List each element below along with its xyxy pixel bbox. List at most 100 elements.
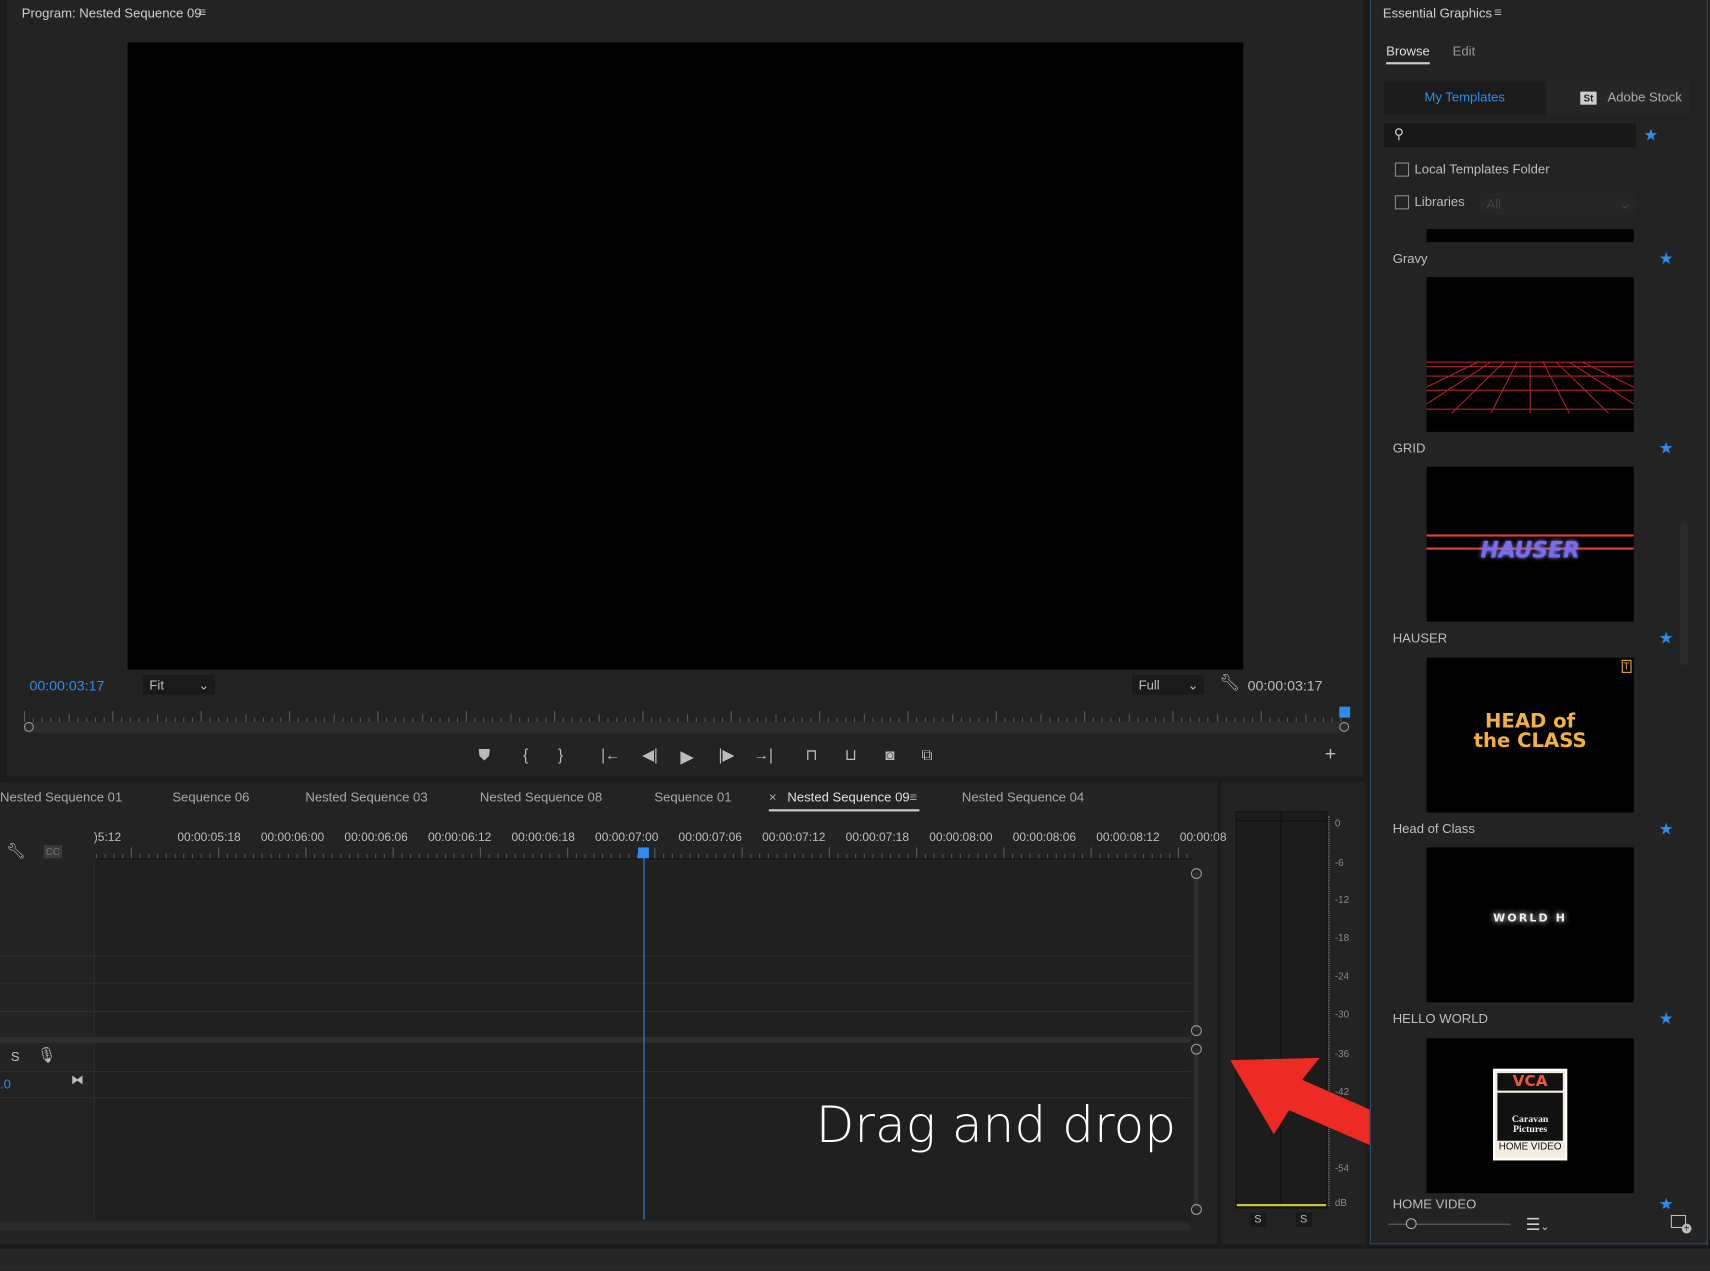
ruler-timecode: 00:00:07:00 — [595, 831, 659, 845]
ruler-timecode: 00:00:08 — [1179, 831, 1227, 845]
slider-handle[interactable] — [1405, 1218, 1417, 1230]
camera-icon[interactable]: ◙ — [879, 746, 901, 763]
tab-sequence[interactable]: Nested Sequence 04 — [962, 790, 1084, 805]
libraries-select[interactable]: All ⌄ — [1479, 193, 1636, 215]
scroll-handle[interactable] — [1190, 1025, 1202, 1037]
solo-left-button[interactable]: S — [1249, 1212, 1266, 1227]
ruler-timecode: 00:00:07:06 — [678, 831, 742, 845]
mark-in-icon[interactable]: { — [515, 746, 537, 763]
play-icon[interactable]: ▶ — [676, 746, 698, 768]
microphone-icon[interactable]: 🎙︎ — [37, 1046, 56, 1065]
solo-right-button[interactable]: S — [1295, 1212, 1312, 1227]
favorite-star-icon[interactable]: ★ — [1659, 249, 1674, 269]
my-templates-tab[interactable]: My Templates — [1383, 80, 1546, 115]
timeline-playhead-line[interactable] — [643, 857, 645, 1220]
vertical-scrollbar[interactable] — [1194, 872, 1199, 1031]
horizontal-scrollbar[interactable] — [0, 1221, 1189, 1231]
ruler-timecode: 00:00:07:12 — [762, 831, 826, 845]
template-name: HAUSER — [1392, 630, 1448, 646]
close-tab-icon[interactable]: × — [769, 790, 777, 805]
lift-icon[interactable]: ⊓ — [801, 746, 823, 765]
mark-out-icon[interactable]: } — [550, 746, 572, 763]
tab-sequence[interactable]: Nested Sequence 09 — [787, 790, 909, 805]
db-scale-label: -6 — [1334, 857, 1344, 869]
favorite-star-icon[interactable]: ★ — [1659, 819, 1674, 839]
ruler-timecode: 00:00:06:18 — [511, 831, 575, 845]
scroll-handle[interactable] — [1190, 868, 1202, 880]
add-marker-icon[interactable]: ⛊ — [473, 746, 495, 765]
wrench-icon[interactable]: 🔧︎ — [1219, 673, 1240, 693]
fit-select[interactable]: Fit ⌄ — [142, 675, 215, 695]
panel-menu-icon[interactable]: ≡ — [198, 4, 206, 19]
solo-button[interactable]: S — [11, 1049, 20, 1064]
scroll-handle[interactable] — [1190, 1043, 1202, 1055]
db-scale-label: -42 — [1334, 1086, 1350, 1098]
template-thumbnail[interactable]: WORLD H — [1426, 847, 1634, 1003]
timecode-current[interactable]: 00:00:03:17 — [29, 677, 104, 693]
add-button-icon[interactable]: + — [1320, 743, 1342, 766]
ruler-timecode: 00:00:06:00 — [260, 831, 325, 845]
favorite-star-icon[interactable]: ★ — [1659, 1194, 1674, 1208]
tab-sequence[interactable]: Nested Sequence 03 — [305, 790, 427, 805]
scroll-handle[interactable] — [1190, 1204, 1202, 1215]
go-to-in-icon[interactable]: |← — [600, 746, 622, 763]
template-thumbnail[interactable]: VCA Caravan Pictures HOME VIDEO — [1426, 1038, 1634, 1194]
thumbnail-graphic: HAUSER — [1480, 536, 1580, 563]
ruler-timecode: 00:00:06:12 — [427, 831, 492, 845]
template-name: Gravy — [1392, 250, 1428, 267]
thumbnail-graphic: WORLD H — [1493, 912, 1568, 925]
template-thumbnail[interactable]: HEAD of the CLASS T — [1426, 657, 1634, 813]
volume-value[interactable]: .0 — [0, 1076, 11, 1091]
tab-sequence[interactable]: Sequence 06 — [172, 790, 249, 805]
in-handle[interactable] — [23, 721, 34, 732]
tab-edit[interactable]: Edit — [1453, 44, 1476, 59]
bowtie-icon[interactable]: ⧓ — [71, 1072, 84, 1087]
thumbnail-graphic — [1426, 361, 1634, 414]
out-handle[interactable] — [1339, 721, 1350, 732]
adobe-stock-tab[interactable]: St Adobe Stock — [1547, 80, 1691, 115]
tab-browse[interactable]: Browse — [1386, 44, 1430, 65]
tab-menu-icon[interactable]: ≡ — [910, 790, 918, 805]
quality-select[interactable]: Full ⌄ — [1132, 675, 1205, 695]
thumbnail-graphic: VCA — [1497, 1073, 1563, 1091]
template-thumbnail[interactable] — [1426, 229, 1634, 243]
favorite-star-icon[interactable]: ★ — [1659, 438, 1674, 459]
chevron-down-icon: ⌄ — [1619, 196, 1631, 212]
program-ruler[interactable] — [23, 707, 1346, 722]
playhead[interactable] — [1339, 706, 1351, 718]
db-scale-label: -30 — [1334, 1008, 1350, 1020]
template-name: Head of Class — [1392, 821, 1475, 837]
tab-sequence[interactable]: Nested Sequence 01 — [0, 790, 122, 805]
favorite-star-icon[interactable]: ★ — [1659, 628, 1674, 648]
compare-view-icon[interactable]: ⧉ — [916, 746, 938, 765]
vertical-scrollbar-audio[interactable] — [1194, 1049, 1199, 1209]
template-thumbnail[interactable] — [1426, 277, 1634, 432]
program-title: Program: Nested Sequence 09 — [21, 5, 202, 21]
captions-icon[interactable]: CC — [43, 845, 63, 859]
video-audio-divider[interactable] — [0, 1037, 1191, 1043]
extract-icon[interactable]: ⊔ — [840, 746, 862, 765]
favorite-star-icon[interactable]: ★ — [1659, 1009, 1674, 1029]
db-scale-label: -12 — [1334, 894, 1350, 906]
tab-sequence[interactable]: Nested Sequence 08 — [480, 790, 602, 805]
panel-menu-icon[interactable]: ≡ — [1494, 4, 1502, 19]
libraries-checkbox[interactable]: Libraries — [1394, 194, 1465, 210]
ruler-timecode: 00:00:07:18 — [845, 831, 910, 845]
chevron-down-icon: ⌄ — [198, 677, 210, 693]
sort-menu-icon[interactable]: ☰⌄ — [1526, 1215, 1550, 1235]
db-scale-label: dB — [1334, 1197, 1347, 1209]
local-templates-checkbox[interactable]: Local Templates Folder — [1394, 161, 1550, 178]
my-templates-label: My Templates — [1424, 89, 1505, 105]
template-thumbnail[interactable]: HAUSER — [1426, 466, 1634, 622]
go-to-out-icon[interactable]: →| — [753, 746, 775, 763]
tab-sequence[interactable]: Sequence 01 — [654, 790, 731, 805]
wrench-icon[interactable]: 🔧︎ — [7, 842, 26, 861]
new-template-icon[interactable]: + — [1670, 1214, 1692, 1234]
search-input[interactable]: ⚲ — [1383, 123, 1636, 148]
favorites-filter-star-icon[interactable]: ★ — [1644, 125, 1659, 146]
step-forward-icon[interactable]: |▶ — [715, 746, 737, 765]
step-back-icon[interactable]: ◀| — [639, 746, 661, 765]
templates-list[interactable]: Gravy ★ GRID ★ HAUSER HAUSER ★ HEAD of the CLAS… — [1376, 227, 1679, 1208]
templates-scrollbar[interactable] — [1679, 523, 1689, 666]
scrub-bar[interactable] — [23, 721, 1346, 733]
